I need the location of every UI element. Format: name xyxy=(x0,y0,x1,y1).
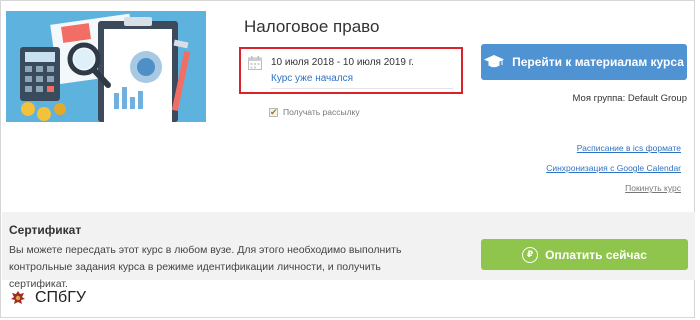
certificate-section: Сертификат Вы можете пересдать этот курс… xyxy=(2,212,695,290)
pay-now-label: Оплатить сейчас xyxy=(545,247,647,262)
graduation-cap-icon xyxy=(484,55,505,68)
google-calendar-sync-link[interactable]: Синхронизация с Google Calendar xyxy=(546,163,681,173)
course-dates-highlight: 10 июля 2018 - 10 июля 2019 г. Курс уже … xyxy=(239,47,463,94)
my-group-label: Моя группа: Default Group xyxy=(572,93,687,104)
subscribe-checkbox[interactable]: ✔ Получать рассылку xyxy=(269,107,360,117)
ics-schedule-link[interactable]: Расписание в ics формате xyxy=(546,143,681,153)
course-links: Расписание в ics формате Синхронизация с… xyxy=(546,143,681,203)
calendar-icon xyxy=(248,56,262,70)
pay-now-button[interactable]: ₽ Оплатить сейчас xyxy=(481,239,688,270)
university-name[interactable]: СПбГУ xyxy=(35,289,86,307)
course-status-link[interactable]: Курс уже начался xyxy=(271,73,353,84)
go-to-materials-label: Перейти к материалам курса xyxy=(512,55,684,69)
course-illustration xyxy=(6,11,206,122)
course-title: Налоговое право xyxy=(244,17,380,36)
certificate-description: Вы можете пересдать этот курс в любом ву… xyxy=(9,244,402,290)
subscribe-label: Получать рассылку xyxy=(283,107,360,117)
leave-course-link[interactable]: Покинуть курс xyxy=(546,183,681,193)
tax-documents-illustration-icon xyxy=(6,11,206,122)
course-dates: 10 июля 2018 - 10 июля 2019 г. xyxy=(271,57,414,68)
ruble-icon: ₽ xyxy=(522,246,539,263)
divider xyxy=(271,88,453,89)
go-to-materials-button[interactable]: Перейти к материалам курса xyxy=(481,44,687,80)
spbgu-emblem-icon xyxy=(11,291,25,304)
course-card: Налоговое право 10 июля 2018 - 10 июля 2… xyxy=(0,0,695,318)
checkbox-checked-icon[interactable]: ✔ xyxy=(269,107,278,117)
certificate-title: Сертификат xyxy=(9,223,82,237)
university-info: СПбГУ xyxy=(10,289,86,307)
